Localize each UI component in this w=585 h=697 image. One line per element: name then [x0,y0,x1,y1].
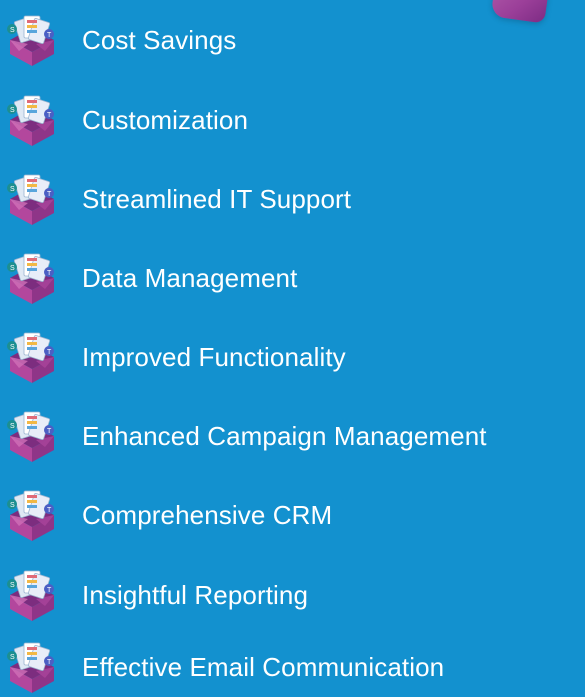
svg-text:T: T [47,349,52,356]
list-item: S T Cost Savings [0,10,585,70]
apps-box-icon: S T [2,94,62,146]
svg-text:T: T [47,587,52,594]
svg-text:S: S [10,186,15,193]
list-item-label: Effective Email Communication [82,652,445,682]
svg-text:T: T [47,428,52,435]
svg-text:S: S [10,654,15,661]
list-item-label: Enhanced Campaign Management [82,421,487,451]
apps-box-icon: S T [2,173,62,225]
svg-text:S: S [10,582,15,589]
list-item: S T Insightful Reporting [0,565,585,625]
apps-box-icon: S T [2,569,62,621]
svg-text:S: S [10,265,15,272]
svg-text:T: T [47,507,52,514]
list-item: S T Comprehensive CRM [0,485,585,545]
svg-text:T: T [47,32,52,39]
svg-text:T: T [47,659,52,666]
benefits-list: S T Cost Savings S T Customization S T S… [0,0,585,697]
list-item-label: Customization [82,105,249,135]
list-item: S T Effective Email Communication [0,637,585,697]
list-item-label: Improved Functionality [82,342,346,372]
apps-box-icon: S T [2,489,62,541]
svg-text:T: T [47,270,52,277]
list-item-label: Comprehensive CRM [82,500,333,530]
list-item: S T Data Management [0,248,585,308]
list-item: S T Streamlined IT Support [0,169,585,229]
apps-box-icon: S T [2,641,62,693]
list-item-label: Streamlined IT Support [82,184,352,214]
apps-box-icon: S T [2,252,62,304]
apps-box-icon: S T [2,410,62,462]
list-item-label: Data Management [82,263,298,293]
list-item: S T Improved Functionality [0,327,585,387]
list-item: S T Customization [0,90,585,150]
svg-text:T: T [47,112,52,119]
svg-text:S: S [10,27,15,34]
svg-text:S: S [10,344,15,351]
svg-text:S: S [10,423,15,430]
list-item-label: Cost Savings [82,25,237,55]
svg-text:S: S [10,502,15,509]
list-item: S T Enhanced Campaign Management [0,406,585,466]
apps-box-icon: S T [2,331,62,383]
svg-text:S: S [10,107,15,114]
svg-text:T: T [47,191,52,198]
apps-box-icon: S T [2,14,62,66]
list-item-label: Insightful Reporting [82,580,309,610]
